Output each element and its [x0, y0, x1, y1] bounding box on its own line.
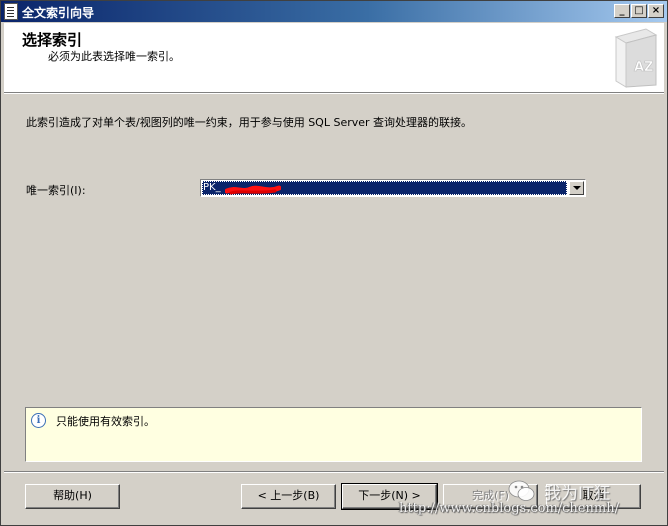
app-icon — [4, 3, 18, 20]
title-bar[interactable]: 全文索引向导 _ □ × — [0, 0, 668, 22]
back-button[interactable]: < 上一步(B) — [241, 484, 336, 509]
svg-text:AZ: AZ — [634, 60, 654, 75]
az-book-icon: AZ — [614, 28, 658, 88]
help-button[interactable]: 帮助(H) — [25, 484, 120, 509]
info-panel: i 只能使用有效索引。 — [25, 407, 642, 462]
chevron-down-icon[interactable] — [569, 181, 584, 195]
wechat-logo-icon — [508, 480, 535, 501]
info-icon: i — [31, 413, 46, 428]
page-title: 选择索引 — [22, 31, 83, 49]
info-text: 只能使用有效索引。 — [56, 415, 155, 428]
footer-separator — [4, 471, 664, 473]
description-text: 此索引造成了对单个表/视图列的唯一约束，用于参与使用 SQL Server 查询… — [26, 116, 473, 129]
minimize-button[interactable]: _ — [614, 4, 630, 18]
maximize-button[interactable]: □ — [631, 4, 647, 18]
close-button[interactable]: × — [648, 4, 664, 18]
redaction-scribble — [225, 185, 281, 195]
unique-index-label: 唯一索引(I): — [26, 184, 86, 197]
wizard-header: 选择索引 必须为此表选择唯一索引。 AZ — [4, 23, 664, 93]
watermark-url: http://www.cnblogs.com/chenmh/ — [399, 501, 619, 516]
page-subtitle: 必须为此表选择唯一索引。 — [48, 50, 180, 63]
header-separator — [4, 93, 664, 94]
window-title: 全文索引向导 — [22, 6, 95, 20]
